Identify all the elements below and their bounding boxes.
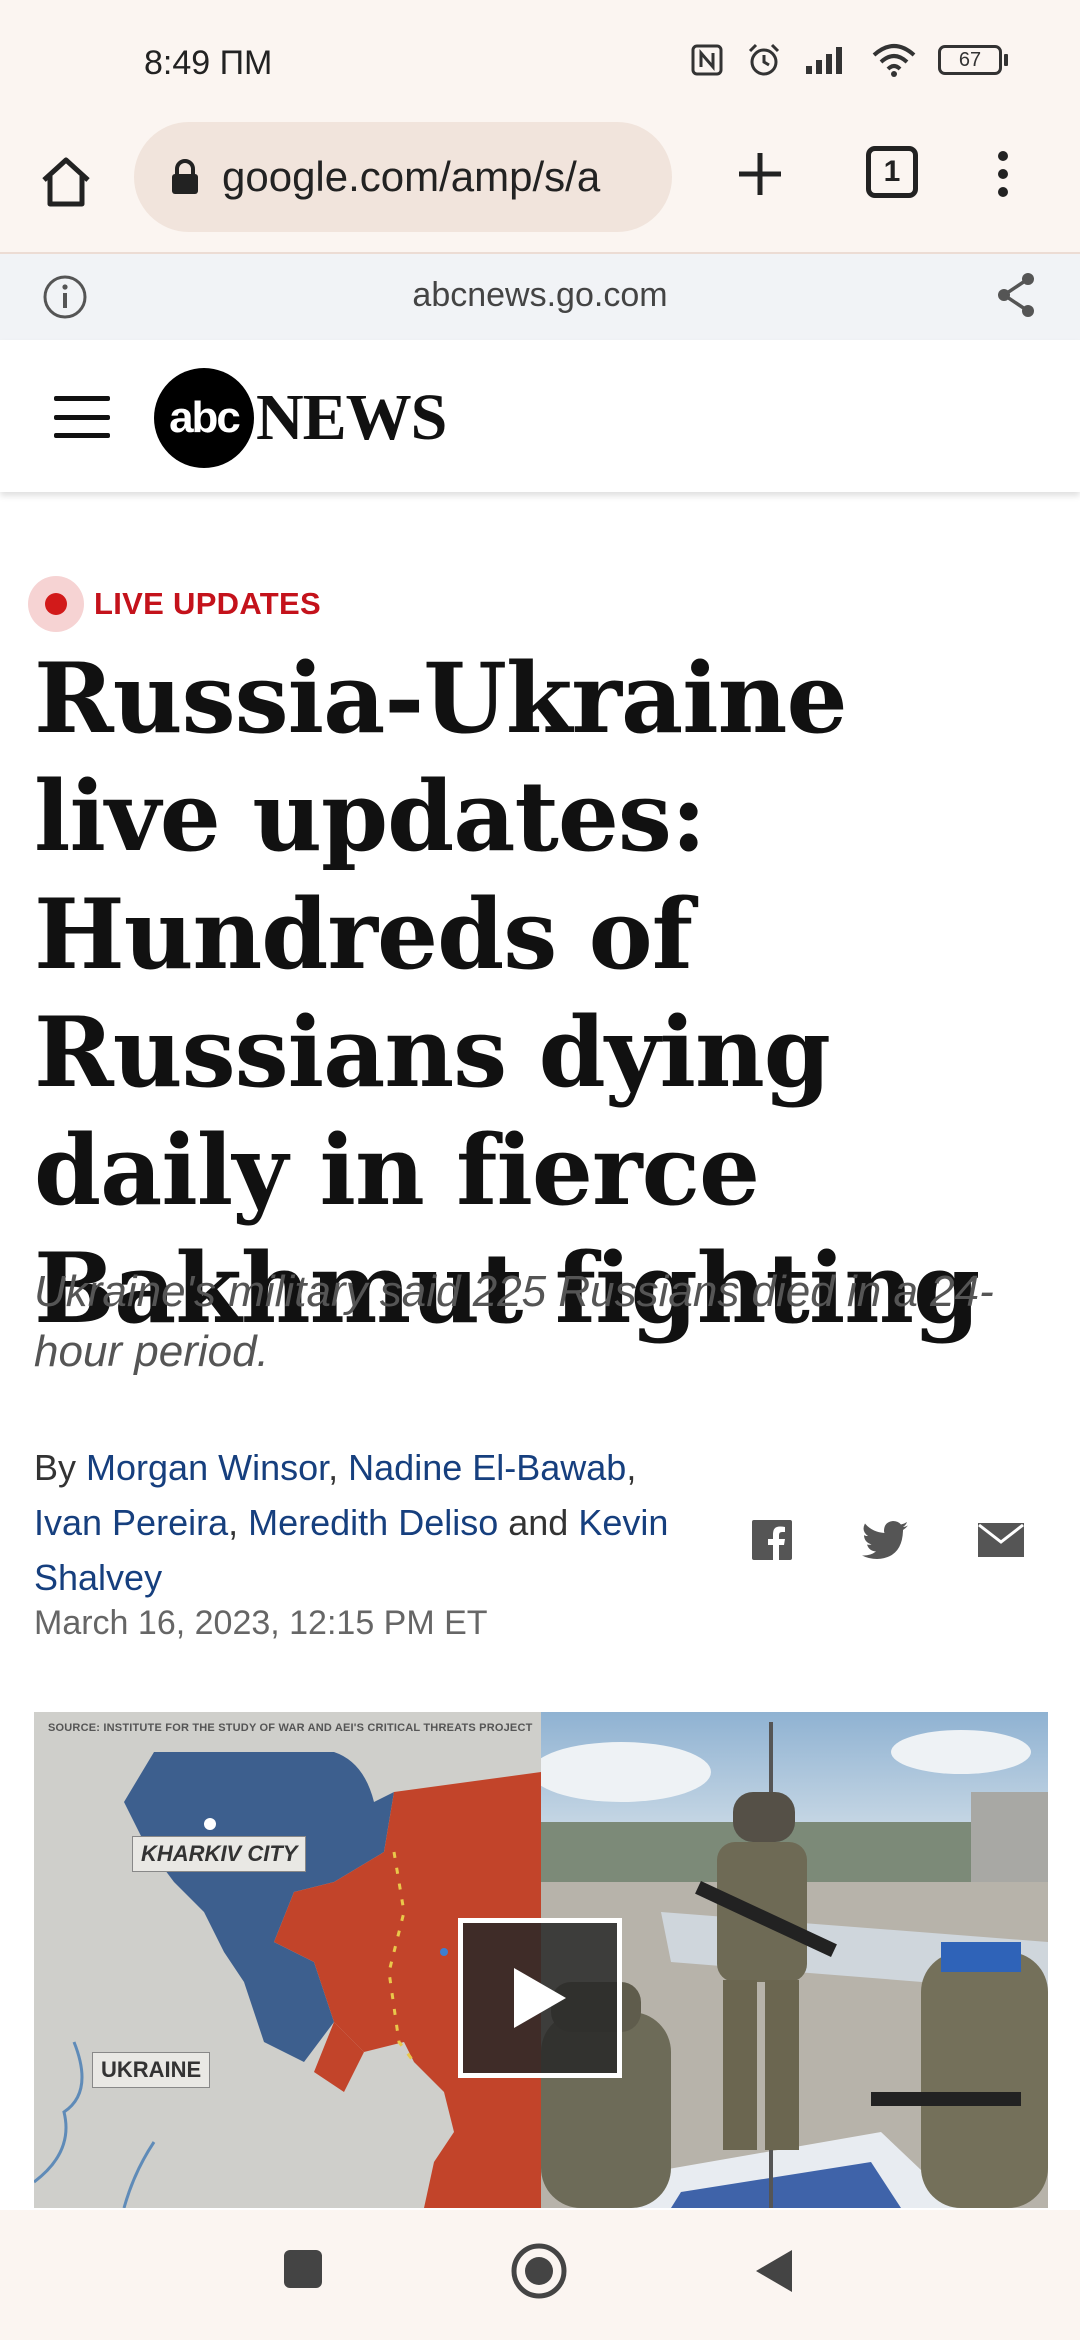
byline-separator: , (626, 1447, 637, 1488)
status-bar: 8:49 ПМ 67 (0, 0, 1080, 120)
logo-news: NEWS (256, 381, 447, 454)
publish-date: March 16, 2023, 12:15 PM ET (34, 1604, 488, 1642)
play-button[interactable] (458, 1918, 622, 2078)
map-source-caption: SOURCE: INSTITUTE FOR THE STUDY OF WAR A… (48, 1722, 533, 1734)
share-buttons (752, 1520, 1024, 1560)
system-nav-bar (0, 2210, 1080, 2340)
email-icon[interactable] (978, 1523, 1024, 1557)
more-menu-button[interactable] (980, 142, 1026, 206)
home-icon (42, 157, 90, 207)
site-header: abc NEWS (0, 340, 1080, 492)
share-button[interactable] (994, 270, 1038, 325)
back-button[interactable] (754, 2248, 794, 2299)
status-icons: 67 (690, 42, 1008, 78)
alarm-icon (748, 43, 780, 76)
live-updates-badge: LIVE UPDATES (28, 576, 321, 632)
byline-separator: , (228, 1502, 239, 1543)
facebook-icon[interactable] (752, 1520, 792, 1560)
wifi-icon (872, 44, 916, 77)
byline-separator: , (328, 1447, 339, 1488)
tab-switcher-button[interactable]: 1 (866, 146, 918, 198)
battery-icon: 67 (938, 45, 1008, 75)
twitter-icon[interactable] (862, 1521, 908, 1559)
live-updates-label: LIVE UPDATES (94, 586, 321, 621)
author-link[interactable]: Nadine El-Bawab (348, 1447, 626, 1488)
browser-toolbar: google.com/amp/s/a 1 (0, 120, 1080, 254)
byline-prefix: By (34, 1447, 77, 1488)
more-icon (998, 151, 1008, 197)
article-subhead: Ukraine's military said 225 Russians die… (34, 1267, 994, 1376)
share-icon (998, 273, 1034, 317)
play-icon (514, 1968, 566, 2028)
amp-header-bar: abcnews.go.com (0, 254, 1080, 340)
recents-icon (284, 2250, 322, 2288)
lock-icon (172, 159, 198, 194)
address-bar[interactable]: google.com/amp/s/a (134, 122, 672, 232)
author-link[interactable]: Ivan Pereira (34, 1502, 228, 1543)
home-circle-icon (511, 2243, 567, 2299)
hamburger-menu-icon[interactable] (54, 396, 110, 438)
back-icon (756, 2250, 792, 2292)
map-label-kharkiv: KHARKIV CITY (132, 1836, 307, 1872)
url-text: google.com/amp/s/a (222, 153, 601, 200)
nfc-icon (691, 44, 723, 76)
logo-abc: abc (154, 368, 254, 468)
signal-icon (806, 47, 842, 74)
home-button[interactable] (34, 150, 98, 214)
abc-news-logo[interactable]: abc NEWS (154, 368, 447, 468)
article-headline: Russia-Ukraine live updates: Hundreds of… (34, 642, 980, 1345)
article-video[interactable]: SOURCE: INSTITUTE FOR THE STUDY OF WAR A… (34, 1712, 1048, 2208)
byline: By Morgan Winsor, Nadine El-Bawab, Ivan … (34, 1440, 694, 1605)
status-time: 8:49 ПМ (144, 44, 273, 82)
byline-and: and (508, 1502, 569, 1543)
map-label-ukraine: UKRAINE (92, 2052, 211, 2088)
new-tab-button[interactable] (728, 142, 792, 206)
live-dot-icon (28, 576, 84, 632)
author-link[interactable]: Meredith Deliso (248, 1502, 498, 1543)
battery-level: 67 (938, 45, 1002, 75)
author-link[interactable]: Morgan Winsor (86, 1447, 328, 1488)
plus-icon (739, 153, 781, 195)
amp-domain[interactable]: abcnews.go.com (0, 276, 1080, 315)
recents-button[interactable] (282, 2248, 324, 2295)
home-nav-button[interactable] (510, 2242, 568, 2305)
